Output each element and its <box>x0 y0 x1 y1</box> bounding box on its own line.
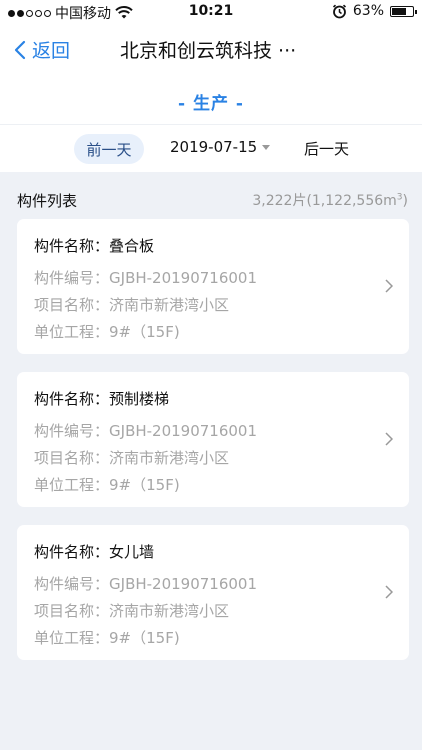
component-code: GJBH-20190716001 <box>109 575 258 593</box>
list-item[interactable]: 构件名称：预制楼梯 构件编号：GJBH-20190716001 项目名称：济南市… <box>17 372 409 507</box>
project-name: 济南市新港湾小区 <box>109 296 230 314</box>
unit-project-label: 单位工程： <box>34 323 110 341</box>
component-name: 女儿墙 <box>109 543 155 561</box>
list-count-close: ) <box>402 193 408 209</box>
component-name: 叠合板 <box>109 237 155 255</box>
component-code-label: 构件编号： <box>34 575 110 593</box>
list-count: 3,222片(1,122,556m3) <box>252 190 408 210</box>
back-button[interactable]: 返回 <box>14 36 70 63</box>
component-code-row: 构件编号：GJBH-20190716001 <box>34 267 257 288</box>
project-name: 济南市新港湾小区 <box>109 449 230 467</box>
component-code-label: 构件编号： <box>34 422 110 440</box>
list-title: 构件列表 <box>17 192 78 210</box>
unit-project: 9#（15F) <box>109 476 180 494</box>
back-chevron-icon <box>14 40 26 59</box>
component-name-label: 构件名称： <box>34 237 110 255</box>
date-select[interactable]: 2019-07-15 <box>170 138 271 156</box>
component-name-label: 构件名称： <box>34 390 110 408</box>
project-name-row: 项目名称：济南市新港湾小区 <box>34 447 229 468</box>
next-day-button[interactable]: 后一天 <box>304 138 349 159</box>
list-item[interactable]: 构件名称：女儿墙 构件编号：GJBH-20190716001 项目名称：济南市新… <box>17 525 409 660</box>
nav-bar: 返回 北京和创云筑科技 ··· <box>0 22 422 78</box>
component-name-label: 构件名称： <box>34 543 110 561</box>
status-right: 63% <box>332 3 417 19</box>
date-value: 2019-07-15 <box>170 138 258 156</box>
chevron-right-icon <box>385 585 393 599</box>
component-code-label: 构件编号： <box>34 269 110 287</box>
unit-project-row: 单位工程：9#（15F) <box>34 474 180 495</box>
project-name-label: 项目名称： <box>34 602 110 620</box>
unit-project-row: 单位工程：9#（15F) <box>34 627 180 648</box>
component-name-row: 构件名称：叠合板 <box>34 235 154 256</box>
section-label: - 生产 - <box>178 93 244 114</box>
component-name: 预制楼梯 <box>109 390 170 408</box>
project-name-label: 项目名称： <box>34 449 110 467</box>
project-name-row: 项目名称：济南市新港湾小区 <box>34 600 229 621</box>
unit-project: 9#（15F) <box>109 323 180 341</box>
battery-percent: 63% <box>352 3 384 19</box>
component-code: GJBH-20190716001 <box>109 269 258 287</box>
component-name-row: 构件名称：预制楼梯 <box>34 388 169 409</box>
project-name-row: 项目名称：济南市新港湾小区 <box>34 294 229 315</box>
project-name-label: 项目名称： <box>34 296 110 314</box>
list-item[interactable]: 构件名称：叠合板 构件编号：GJBH-20190716001 项目名称：济南市新… <box>17 219 409 354</box>
component-code: GJBH-20190716001 <box>109 422 258 440</box>
chevron-right-icon <box>385 279 393 293</box>
date-bar: 前一天 2019-07-15 后一天 <box>0 124 422 172</box>
unit-project: 9#（15F) <box>109 629 180 647</box>
unit-project-label: 单位工程： <box>34 629 110 647</box>
back-label: 返回 <box>32 40 71 62</box>
alarm-icon <box>332 4 346 18</box>
dropdown-caret-icon <box>262 144 271 150</box>
section-header: - 生产 - <box>0 78 422 124</box>
status-bar: 中国移动 10:21 63% <box>0 0 422 22</box>
page-title: 北京和创云筑科技 ··· <box>120 40 297 62</box>
unit-project-label: 单位工程： <box>34 476 110 494</box>
component-code-row: 构件编号：GJBH-20190716001 <box>34 420 257 441</box>
component-code-row: 构件编号：GJBH-20190716001 <box>34 573 257 594</box>
project-name: 济南市新港湾小区 <box>109 602 230 620</box>
prev-day-button[interactable]: 前一天 <box>74 134 144 164</box>
chevron-right-icon <box>385 432 393 446</box>
battery-icon <box>390 5 417 17</box>
list-count-main: 3,222片(1,122,556m <box>252 193 397 209</box>
component-name-row: 构件名称：女儿墙 <box>34 541 154 562</box>
unit-project-row: 单位工程：9#（15F) <box>34 321 180 342</box>
